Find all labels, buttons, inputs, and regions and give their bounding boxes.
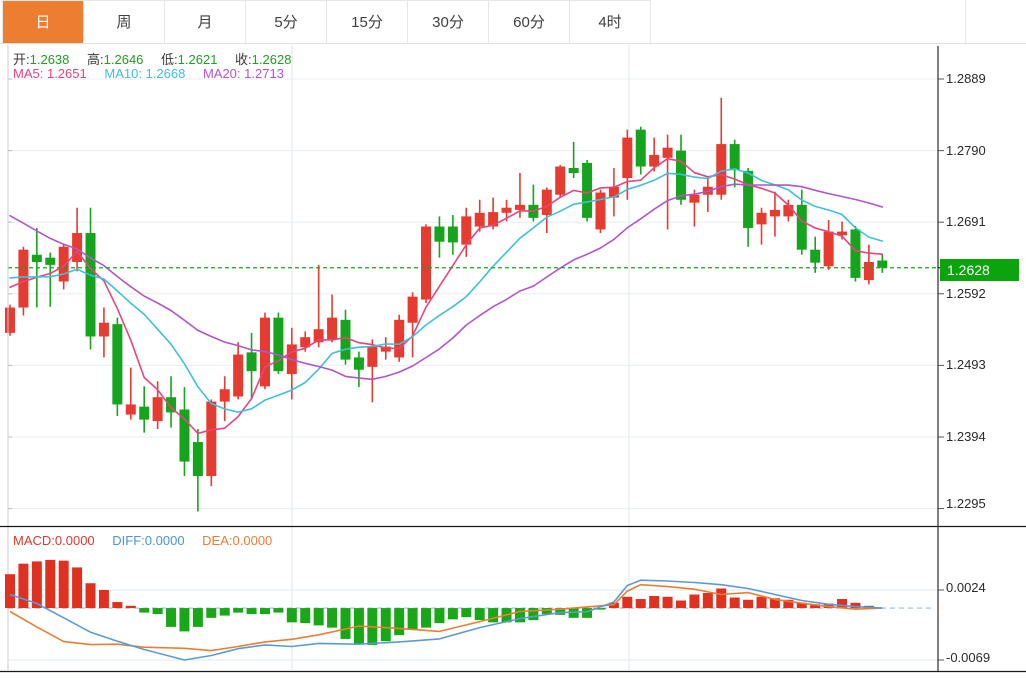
macd-tick-1: 0.0024 [946,580,986,595]
price-tick-5: 1.2493 [946,357,986,372]
high-label: 高: [87,52,104,67]
macd-value: 0.0000 [54,533,95,548]
dea-value: 0.0000 [232,533,273,548]
ma5-value: 1.2651 [46,66,87,81]
low-value: 1.2621 [177,52,218,67]
macd-tick-2: -0.0069 [946,650,991,665]
tabbar-end-divider [965,0,966,43]
price-tick-2: 1.2790 [946,143,986,158]
diff-value: 0.0000 [144,533,185,548]
chart-canvas[interactable] [0,0,1026,679]
ma20-value: 1.2713 [244,66,284,81]
close-label: 收: [235,52,252,67]
low-label: 低: [161,52,178,67]
tab-5min[interactable]: 5分 [246,1,327,44]
ma5-label: MA5: [13,66,44,81]
period-tabbar: 日 周 月 5分 15分 30分 60分 4时 [2,0,651,44]
dea-label: DEA: [202,533,233,548]
price-tick-1: 1.2889 [946,71,986,86]
tab-week[interactable]: 周 [84,1,165,44]
price-tick-3: 1.2691 [946,214,986,229]
ma10-value: 1.2668 [145,66,186,81]
candlestick-macd-svg [0,45,1026,673]
diff-label: DIFF: [112,533,145,548]
tab-4hour[interactable]: 4时 [570,1,651,44]
tab-day[interactable]: 日 [3,1,84,44]
ma20-label: MA20: [202,66,241,81]
ma10-label: MA10: [104,66,142,81]
open-value: 1.2638 [29,52,70,67]
tab-30min[interactable]: 30分 [408,1,489,44]
tab-15min[interactable]: 15分 [327,1,408,44]
price-tick-7: 1.2295 [946,496,986,511]
high-value: 1.2646 [103,52,144,67]
price-tick-6: 1.2394 [946,429,986,444]
open-label: 开: [13,52,30,67]
tab-60min[interactable]: 60分 [489,1,570,44]
tabbar-underline [0,43,1026,44]
macd-label: MACD: [13,533,55,548]
price-tick-4: 1.2592 [946,286,986,301]
current-price-badge: 1.2628 [940,259,1019,281]
macd-legend: MACD:0.0000 DIFF:0.0000 DEA:0.0000 [13,533,286,548]
trading-chart-app: 日 周 月 5分 15分 30分 60分 4时 开:1.2638 高:1.264… [0,0,1026,679]
ma-legend: MA5: 1.2651 MA10: 1.2668 MA20: 1.2713 [13,66,298,81]
tab-month[interactable]: 月 [165,1,246,44]
close-value: 1.2628 [251,52,292,67]
